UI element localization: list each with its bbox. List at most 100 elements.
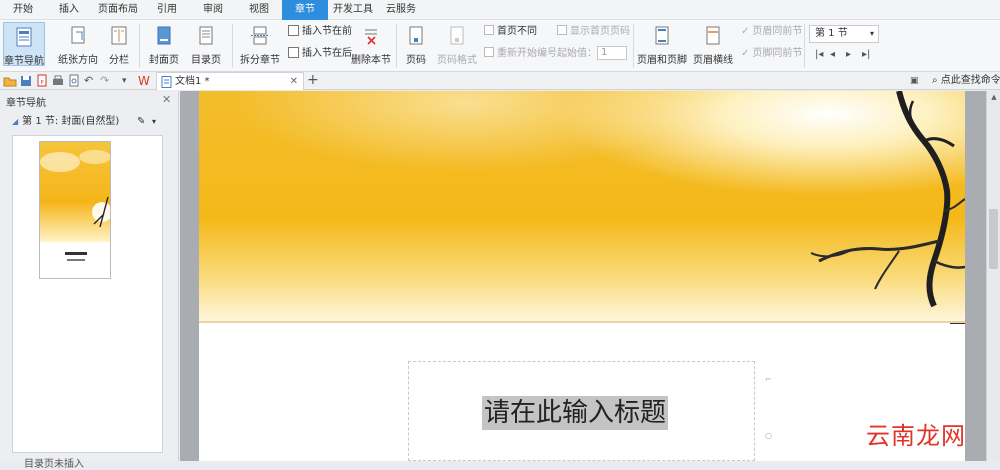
quick-access-toolbar: P ↶ ↷ ▾ W ▣ xyxy=(0,72,1000,90)
command-search[interactable]: ⌕ 点此查找命令 xyxy=(932,72,1000,90)
customize-dropdown-icon[interactable]: ▾ xyxy=(122,74,136,88)
check-icon: ✓ xyxy=(741,26,750,37)
section-select[interactable]: 第 1 节 ▾ xyxy=(809,25,879,43)
split-section-button[interactable]: 拆分章节 xyxy=(237,22,283,66)
header-line-icon xyxy=(706,26,720,45)
redo-icon[interactable]: ↷ xyxy=(100,74,114,88)
paragraph-mark: ○ xyxy=(765,431,772,440)
toc-page-button[interactable]: 目录页 xyxy=(186,22,226,66)
header-footer-button[interactable]: 页眉和页脚 xyxy=(637,22,687,66)
delete-section-icon xyxy=(365,29,377,45)
wps-logo-icon: W xyxy=(138,74,150,88)
section-thumbnail-list xyxy=(12,135,163,453)
tab-start[interactable]: 开始 xyxy=(0,0,46,20)
nav-section-item[interactable]: ◢ 第 1 节: 封面(自然型) ✎ ▾ xyxy=(0,113,179,131)
last-section-icon[interactable]: ▸| xyxy=(862,49,870,60)
close-icon[interactable]: ✕ xyxy=(290,73,298,90)
document-page[interactable]: 请在此输入标题 ⌐ ○ xyxy=(199,91,965,461)
tab-review[interactable]: 审阅 xyxy=(190,0,236,20)
section-nav-icon xyxy=(16,27,32,47)
export-pdf-icon[interactable]: P xyxy=(35,74,49,88)
toc-page-label: 目录页 xyxy=(191,55,221,66)
toc-page-icon xyxy=(199,26,213,45)
first-section-icon[interactable]: |◂ xyxy=(815,49,823,60)
nav-section-label: 第 1 节: 封面(自然型) xyxy=(22,116,120,127)
insert-after-icon xyxy=(288,47,299,58)
paragraph-mark: ⌐ xyxy=(765,375,772,384)
checkbox-icon xyxy=(484,25,494,35)
insert-section-after-button[interactable]: 插入节在后 xyxy=(288,46,352,62)
cover-page-button[interactable]: 封面页 xyxy=(144,22,184,66)
section-nav-button[interactable]: 章节导航 xyxy=(3,22,45,67)
header-same-as-previous[interactable]: ✓ 页眉同前节 xyxy=(741,24,802,40)
insert-before-label: 插入节在前 xyxy=(302,26,352,37)
tab-cloud[interactable]: 云服务 xyxy=(378,0,424,20)
delete-section-button[interactable]: 删除本节 xyxy=(350,22,392,66)
save-icon[interactable] xyxy=(19,74,33,88)
start-value-input[interactable]: 1 xyxy=(597,46,627,60)
first-page-different-label: 首页不同 xyxy=(497,26,537,37)
document-tab[interactable]: 文档1 * ✕ xyxy=(156,72,304,90)
tab-developer[interactable]: 开发工具 xyxy=(328,0,378,20)
prev-section-icon[interactable]: ◂ xyxy=(830,49,835,60)
svg-text:P: P xyxy=(40,80,43,86)
page-number-label: 页码 xyxy=(406,55,426,66)
scroll-up-icon[interactable]: ▲ xyxy=(987,93,1000,101)
cover-banner-image xyxy=(199,91,965,323)
insert-section-before-button[interactable]: 插入节在前 xyxy=(288,24,352,40)
print-preview-icon[interactable] xyxy=(67,74,81,88)
nav-pane-title: 章节导航 xyxy=(6,98,46,109)
tab-insert[interactable]: 插入 xyxy=(46,0,92,20)
page-thumbnail[interactable] xyxy=(39,141,111,279)
ribbon: 章节导航 纸张方向 分栏 封面页 目录页 拆分章节 插入节在前 插入节在后 删除… xyxy=(0,20,1000,72)
renumber-checkbox[interactable]: 重新开始编号 xyxy=(484,46,557,62)
page-number-format-icon xyxy=(450,26,464,45)
nav-bottom-label: 目录页未插入 xyxy=(24,459,84,470)
tab-page-layout[interactable]: 页面布局 xyxy=(92,0,144,20)
edit-pencil-icon[interactable]: ✎ xyxy=(137,113,145,131)
cover-thumbnail-image xyxy=(40,142,110,261)
paper-orientation-label: 纸张方向 xyxy=(58,55,98,66)
header-line-button[interactable]: 页眉横线 xyxy=(689,22,737,66)
first-page-different-checkbox[interactable]: 首页不同 xyxy=(484,24,537,40)
columns-label: 分栏 xyxy=(109,55,129,66)
next-section-icon[interactable]: ▸ xyxy=(846,49,851,60)
page-number-icon xyxy=(409,26,423,45)
tab-section[interactable]: 章节 xyxy=(282,0,328,20)
new-tab-button[interactable]: + xyxy=(307,72,319,89)
start-value-label: 起始值： xyxy=(557,48,597,59)
cover-page-icon xyxy=(157,26,171,45)
close-icon[interactable]: ✕ xyxy=(162,93,171,106)
page-number-format-button[interactable]: 页码格式 xyxy=(434,22,480,66)
document-tab-title: 文档1 * xyxy=(175,76,210,87)
split-section-label: 拆分章节 xyxy=(240,55,280,66)
start-value-field: 起始值： 1 xyxy=(557,46,627,62)
paper-orientation-button[interactable]: 纸张方向 xyxy=(54,22,102,66)
section-nav-pane: 章节导航 ✕ ◢ 第 1 节: 封面(自然型) ✎ ▾ 目录页未插入 xyxy=(0,91,179,470)
header-line-label: 页眉横线 xyxy=(693,55,733,66)
menu-bar: 开始 插入 页面布局 引用 审阅 视图 章节 开发工具 云服务 xyxy=(0,0,1000,20)
search-icon: ⌕ xyxy=(932,75,938,86)
vertical-scrollbar[interactable]: ▲ xyxy=(986,91,1000,461)
page-number-button[interactable]: 页码 xyxy=(400,22,432,66)
tab-view[interactable]: 视图 xyxy=(236,0,282,20)
show-first-number-label: 显示首页页码 xyxy=(570,26,630,37)
scroll-thumb[interactable] xyxy=(989,209,998,269)
check-icon: ✓ xyxy=(741,48,750,59)
renumber-label: 重新开始编号 xyxy=(497,48,557,59)
footer-same-as-previous[interactable]: ✓ 页脚同前节 xyxy=(741,46,802,62)
undo-icon[interactable]: ↶ xyxy=(84,74,98,88)
collapse-ribbon-icon[interactable]: ▣ xyxy=(910,74,924,88)
show-first-number-checkbox[interactable]: 显示首页页码 xyxy=(557,24,630,40)
tab-references[interactable]: 引用 xyxy=(144,0,190,20)
columns-icon xyxy=(111,26,127,45)
document-icon xyxy=(161,76,172,88)
footer-same-label: 页脚同前节 xyxy=(752,48,803,59)
open-folder-icon[interactable] xyxy=(3,74,17,88)
print-icon[interactable] xyxy=(51,74,65,88)
title-placeholder[interactable]: 请在此输入标题 xyxy=(482,396,669,430)
chevron-down-icon[interactable]: ▾ xyxy=(152,113,156,131)
collapse-triangle-icon[interactable]: ◢ xyxy=(12,117,18,126)
columns-button[interactable]: 分栏 xyxy=(104,22,134,66)
watermark-logo: 云南龙网 xyxy=(866,422,966,450)
